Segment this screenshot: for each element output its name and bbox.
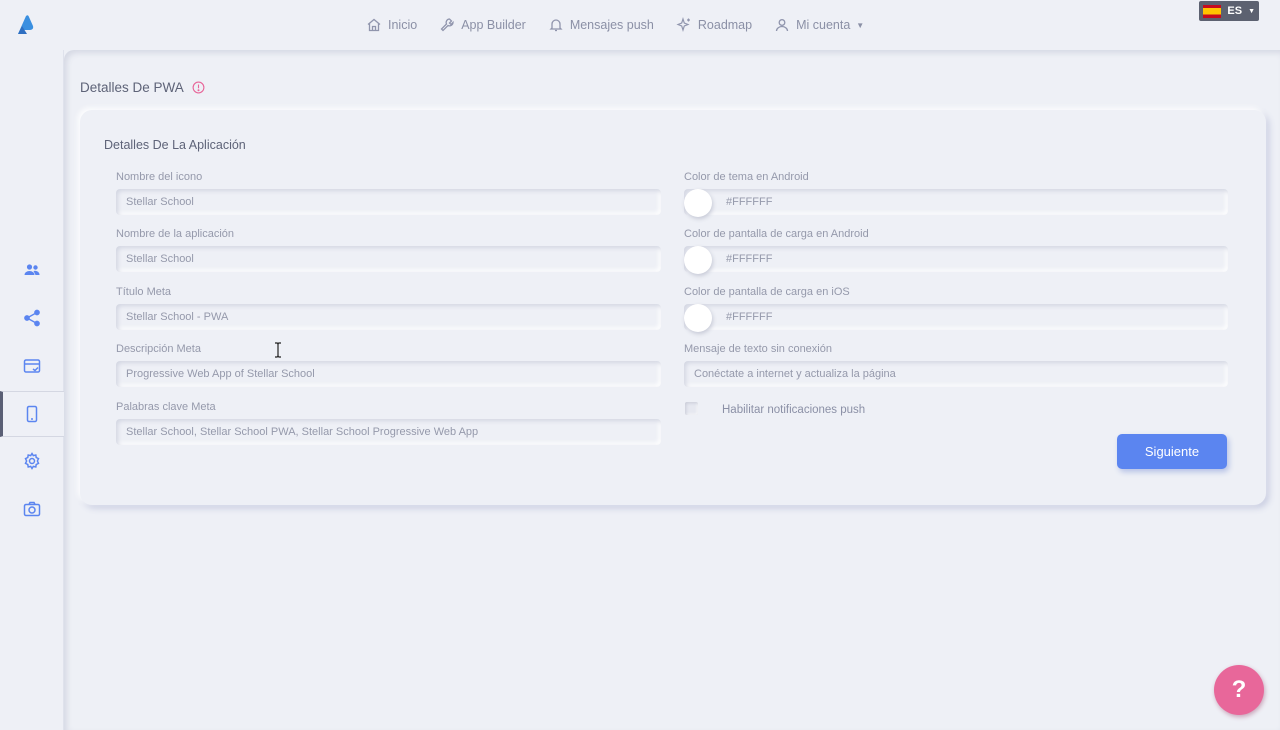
page-title-text: Detalles De PWA bbox=[80, 80, 184, 95]
home-icon bbox=[367, 18, 381, 32]
meta-keywords-input[interactable]: Stellar School, Stellar School PWA, Stel… bbox=[116, 419, 661, 445]
android-theme-color-swatch[interactable] bbox=[684, 189, 712, 217]
sidebar-item-camera[interactable] bbox=[22, 499, 42, 519]
sidebar bbox=[0, 50, 64, 730]
android-splash-color-input[interactable]: #FFFFFF bbox=[684, 246, 1228, 272]
nav-item-label: Inicio bbox=[388, 18, 418, 32]
nav-item-app-builder[interactable]: App Builder bbox=[439, 17, 526, 33]
app-name-input[interactable]: Stellar School bbox=[116, 246, 661, 272]
push-notifications-checkbox[interactable] bbox=[685, 402, 698, 415]
page-title: Detalles De PWA bbox=[80, 80, 205, 95]
chevron-down-icon: ▼ bbox=[856, 20, 865, 30]
sparkle-icon bbox=[676, 17, 690, 32]
text-cursor-icon bbox=[275, 342, 281, 358]
sidebar-item-share[interactable] bbox=[22, 308, 42, 328]
nav-item-roadmap[interactable]: Roadmap bbox=[676, 17, 752, 33]
ios-splash-color-swatch[interactable] bbox=[684, 304, 712, 332]
offline-message-input[interactable]: Conéctate a internet y actualiza la pági… bbox=[684, 361, 1228, 387]
field-label: Título Meta bbox=[116, 286, 172, 298]
field-label: Palabras clave Meta bbox=[116, 401, 216, 413]
camera-icon bbox=[23, 501, 41, 517]
nav-item-mensajes-push[interactable]: Mensajes push bbox=[548, 17, 654, 33]
help-button[interactable]: ? bbox=[1214, 665, 1264, 715]
nav-item-mi-cuenta[interactable]: Mi cuenta ▼ bbox=[774, 17, 864, 33]
main-nav: Inicio App Builder Mensajes push Roadmap… bbox=[366, 14, 864, 36]
field-label: Color de pantalla de carga en Android bbox=[684, 228, 869, 240]
meta-title-input[interactable]: Stellar School - PWA bbox=[116, 304, 661, 330]
icon-name-input[interactable]: Stellar School bbox=[116, 189, 661, 215]
wrench-icon bbox=[440, 18, 454, 32]
field-label: Nombre de la aplicación bbox=[116, 228, 235, 240]
users-icon bbox=[24, 264, 40, 275]
field-label: Descripción Meta bbox=[116, 343, 201, 355]
app-logo-icon[interactable] bbox=[12, 12, 38, 38]
language-label: ES bbox=[1227, 5, 1243, 17]
user-icon bbox=[775, 19, 789, 32]
top-bar: Inicio App Builder Mensajes push Roadmap… bbox=[0, 0, 1280, 50]
gear-icon bbox=[24, 452, 40, 470]
bell-icon bbox=[549, 19, 563, 32]
spain-flag-icon bbox=[1203, 4, 1222, 18]
sidebar-item-pwa[interactable] bbox=[22, 404, 42, 424]
field-label: Color de tema en Android bbox=[684, 171, 809, 183]
sidebar-item-settings[interactable] bbox=[22, 451, 42, 471]
phone-icon bbox=[26, 405, 38, 423]
card-icon bbox=[23, 359, 41, 373]
language-selector[interactable]: ES ▼ bbox=[1199, 1, 1259, 21]
android-theme-color-input[interactable]: #FFFFFF bbox=[684, 189, 1228, 215]
nav-item-inicio[interactable]: Inicio bbox=[366, 17, 417, 33]
field-label: Nombre del icono bbox=[116, 171, 203, 183]
meta-description-input[interactable]: Progressive Web App of Stellar School bbox=[116, 361, 661, 387]
nav-item-label: Roadmap bbox=[697, 18, 753, 32]
field-label: Mensaje de texto sin conexión bbox=[684, 343, 832, 355]
sidebar-item-users[interactable] bbox=[22, 260, 42, 280]
sidebar-item-card[interactable] bbox=[22, 356, 42, 376]
chevron-down-icon: ▼ bbox=[1248, 7, 1255, 15]
nav-item-label: Mensajes push bbox=[569, 18, 654, 32]
field-label: Color de pantalla de carga en iOS bbox=[684, 286, 850, 298]
next-button[interactable]: Siguiente bbox=[1117, 434, 1227, 469]
ios-splash-color-input[interactable]: #FFFFFF bbox=[684, 304, 1228, 330]
info-icon[interactable] bbox=[192, 81, 205, 94]
nav-item-label: Mi cuenta bbox=[796, 18, 851, 32]
share-icon bbox=[24, 309, 40, 327]
android-splash-color-swatch[interactable] bbox=[684, 246, 712, 274]
nav-item-label: App Builder bbox=[461, 18, 526, 32]
card-title: Detalles De La Aplicación bbox=[104, 138, 246, 152]
push-notifications-label: Habilitar notificaciones push bbox=[722, 404, 866, 416]
